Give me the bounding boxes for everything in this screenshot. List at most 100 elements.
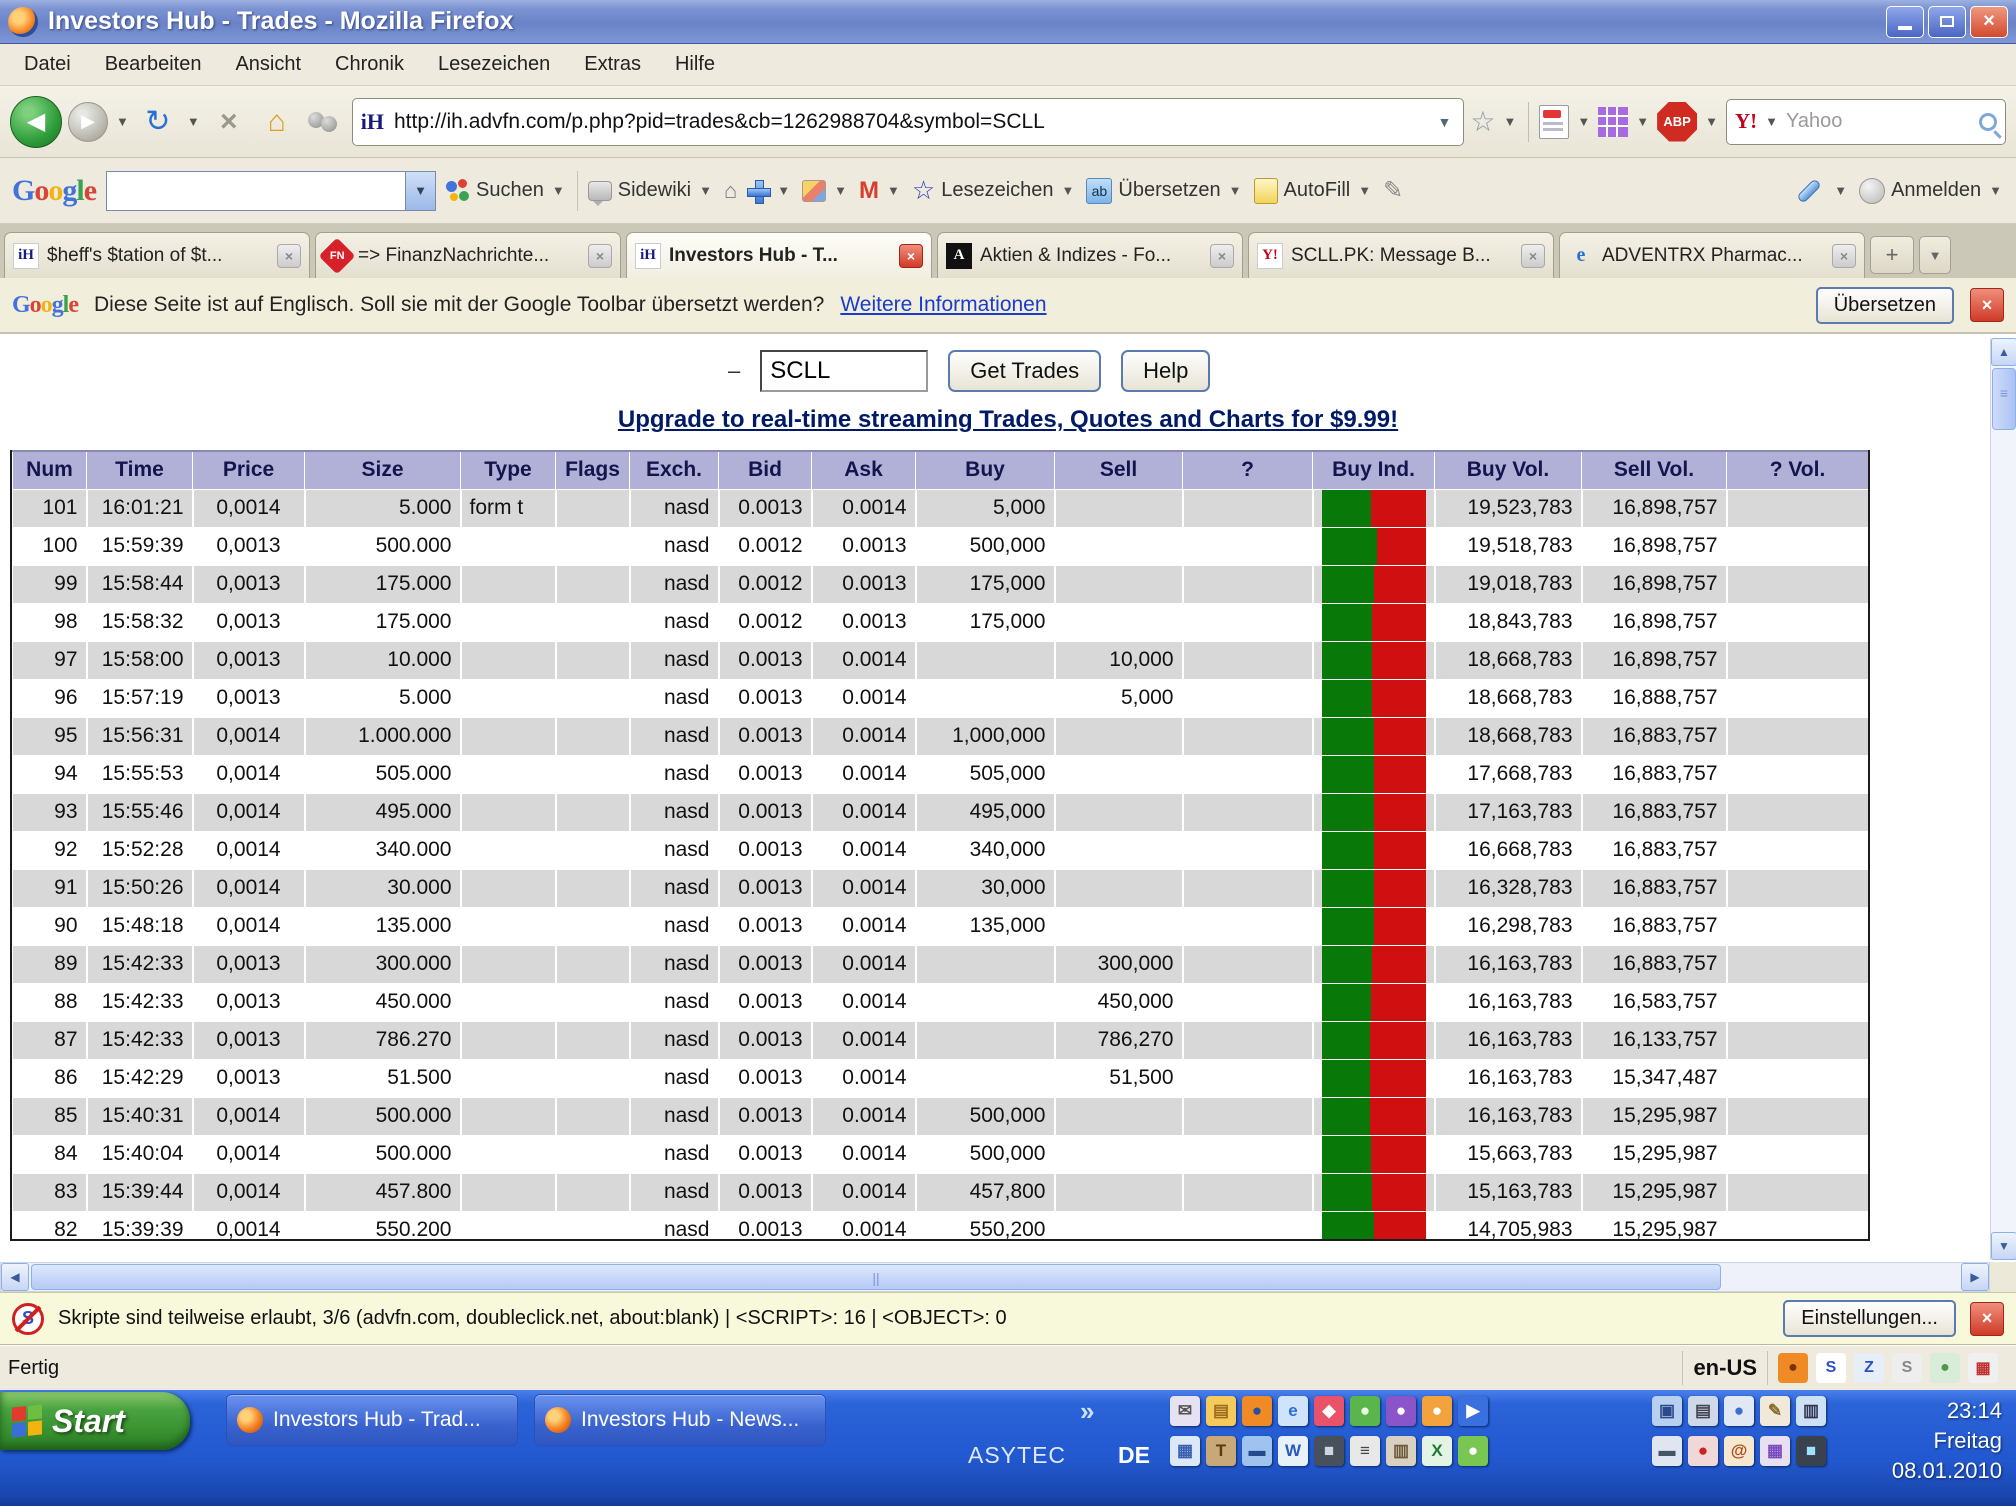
firefox-tray-icon[interactable]: ● [1242,1396,1272,1426]
tab-close-icon[interactable]: × [277,244,301,268]
extension-grid-icon[interactable] [1598,107,1628,137]
google-search-input[interactable] [107,172,405,210]
display-tray-icon[interactable]: ▣ [1652,1396,1682,1426]
tab-finanznachrichten[interactable]: FN => FinanzNachrichte... × [315,232,621,278]
close-button[interactable]: × [1970,6,2008,38]
bookmark-dropdown-icon[interactable]: ▼ [1502,114,1519,129]
net-icon[interactable]: ▥ [1796,1396,1826,1426]
get-trades-button[interactable]: Get Trades [948,350,1101,392]
home-button[interactable]: ⌂ [256,105,298,139]
pagerank-icon[interactable]: ⌂ [724,178,737,204]
url-text[interactable]: http://ih.advfn.com/p.php?pid=trades&cb=… [394,110,1424,134]
sidewiki-status-icon[interactable]: ● [1930,1353,1960,1383]
menu-chronik[interactable]: Chronik [321,49,418,80]
tab-sheffs-station[interactable]: iH $heff's $tation of $t... × [4,232,310,278]
locale-indicator[interactable]: en-US [1682,1351,1767,1385]
menu-hilfe[interactable]: Hilfe [661,49,729,80]
google-search-box[interactable]: ▼ [106,171,436,211]
language-indicator[interactable]: DE [1118,1442,1150,1469]
help-button[interactable]: Help [1121,350,1210,392]
google-bookmarks-button[interactable]: ☆ Lesezeichen▼ [912,175,1077,206]
tab-aktien-indizes[interactable]: A Aktien & Indizes - Fo... × [937,232,1243,278]
translate-button[interactable]: ab Übersetzen▼ [1086,178,1243,204]
mail-icon[interactable]: ✉ [1170,1396,1200,1426]
add-gadget-button[interactable]: ▼ [747,180,792,202]
grid-dropdown-icon[interactable]: ▼ [1634,114,1651,129]
scrapbook-icon[interactable] [1539,105,1569,139]
tab-close-icon[interactable]: × [1521,244,1545,268]
translate-bar-close-icon[interactable]: × [1970,288,2004,322]
green-app-icon[interactable]: ● [1350,1396,1380,1426]
flashgot-status-icon[interactable]: Z [1854,1353,1884,1383]
menu-lesezeichen[interactable]: Lesezeichen [424,49,564,80]
tower-icon[interactable]: T [1206,1436,1236,1466]
abp-dropdown-icon[interactable]: ▼ [1703,114,1720,129]
orange-app-icon[interactable]: ● [1422,1396,1452,1426]
menu-bearbeiten[interactable]: Bearbeiten [91,49,216,80]
tab-scll-message-board[interactable]: Y! SCLL.PK: Message B... × [1248,232,1554,278]
noscript-status-icon[interactable]: S [1816,1353,1846,1383]
folder-icon[interactable]: ▤ [1206,1396,1236,1426]
symbol-input[interactable] [760,350,928,392]
mixer-icon[interactable]: ▥ [1386,1436,1416,1466]
menu-extras[interactable]: Extras [570,49,655,80]
tab-close-icon[interactable]: × [1832,244,1856,268]
tab-close-icon[interactable]: × [899,244,923,268]
autofill-button[interactable]: AutoFill▼ [1254,178,1374,204]
forward-button[interactable]: ▶ [68,102,108,142]
wrench-icon[interactable] [1796,178,1821,203]
google-signin-button[interactable]: Anmelden▼ [1859,178,2004,204]
yahoo-search-box[interactable]: Y! ▼ Yahoo [1726,99,2006,145]
new-tab-button[interactable]: + [1870,236,1914,274]
menu-ansicht[interactable]: Ansicht [221,49,315,80]
start-button[interactable]: Start [0,1392,190,1450]
photos-button[interactable]: ▼ [802,180,849,202]
ie-icon[interactable]: e [1278,1396,1308,1426]
wrench-dropdown-icon[interactable]: ▼ [1832,183,1849,198]
firefox-status-icon[interactable]: ● [1778,1353,1808,1383]
upgrade-link[interactable]: Upgrade to real-time streaming Trades, Q… [0,406,2016,434]
devices-icon[interactable]: ▤ [1688,1396,1718,1426]
noscript-settings-button[interactable]: Einstellungen... [1783,1300,1956,1337]
at-icon[interactable]: @ [1724,1436,1754,1466]
camera-icon[interactable]: ● [1386,1396,1416,1426]
more-info-link[interactable]: Weitere Informationen [840,293,1046,317]
bookmark-star-icon[interactable]: ☆ [1470,105,1495,138]
lock-icon[interactable]: ● [1458,1436,1488,1466]
restore-button[interactable] [1928,6,1966,38]
url-bar[interactable]: iH http://ih.advfn.com/p.php?pid=trades&… [352,98,1465,146]
media-icon[interactable]: ◆ [1314,1396,1344,1426]
screen-icon[interactable]: ▬ [1242,1436,1272,1466]
taskbar-button-trades[interactable]: Investors Hub - Trad... [226,1394,518,1446]
taskbar-clock[interactable]: 23:14 Freitag 08.01.2010 [1892,1396,2002,1486]
reload-dropdown-icon[interactable]: ▼ [185,114,202,129]
checker-icon[interactable]: ▦ [1760,1436,1790,1466]
blocked-content-icon[interactable]: S [1892,1353,1922,1383]
list-icon[interactable]: ≡ [1350,1436,1380,1466]
tab-adventrx[interactable]: e ADVENTRX Pharmac... × [1559,232,1865,278]
minimize-button[interactable] [1886,6,1924,38]
search-tray-icon[interactable]: ● [1724,1396,1754,1426]
grid-app-icon[interactable]: ▦ [1170,1436,1200,1466]
tab-list-dropdown-icon[interactable]: ▼ [1919,236,1951,274]
tab-close-icon[interactable]: × [1210,244,1234,268]
stop-button[interactable]: × [208,105,250,139]
vertical-scroll-thumb[interactable] [1992,368,2016,430]
scroll-up-icon[interactable]: ▲ [1991,338,2016,366]
pen-tray-icon[interactable]: ✎ [1760,1396,1790,1426]
tab-close-icon[interactable]: × [588,244,612,268]
search-icon[interactable] [1979,113,1997,131]
sidewiki-button[interactable]: Sidewiki▼ [588,179,714,202]
horizontal-scroll-thumb[interactable] [31,1264,1721,1290]
taskbar-chevron-icon[interactable]: » [1080,1396,1094,1427]
scrapbook-dropdown-icon[interactable]: ▼ [1575,114,1592,129]
reload-button[interactable]: ↻ [137,104,179,139]
menu-datei[interactable]: Datei [10,49,85,80]
monitor-icon[interactable]: ■ [1314,1436,1344,1466]
tab-investors-hub-active[interactable]: iH Investors Hub - T... × [626,232,932,278]
red-dot-icon[interactable]: ● [1688,1436,1718,1466]
play-icon[interactable]: ▶ [1458,1396,1488,1426]
history-dropdown-icon[interactable]: ▼ [114,114,131,129]
back-button[interactable]: ◀ [10,96,62,148]
google-search-dropdown-icon[interactable]: ▼ [405,172,435,210]
